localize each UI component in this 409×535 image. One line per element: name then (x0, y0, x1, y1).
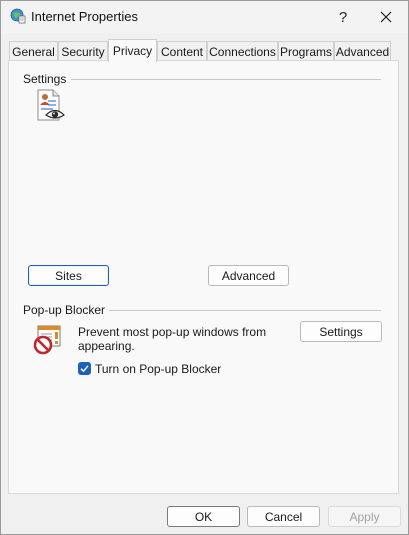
tab-security[interactable]: Security (58, 41, 108, 61)
popup-group-label: Pop-up Blocker (23, 303, 110, 317)
ok-button[interactable]: OK (167, 506, 240, 527)
settings-group-divider (71, 79, 381, 80)
internet-options-icon (10, 8, 26, 24)
checkmark-icon (80, 365, 89, 373)
popup-group-divider (101, 310, 381, 311)
popup-blocker-description: Prevent most pop-up windows from appeari… (78, 325, 267, 353)
settings-group-label: Settings (23, 72, 71, 86)
tab-connections[interactable]: Connections (207, 41, 278, 61)
apply-button[interactable]: Apply (328, 506, 401, 527)
tab-strip: General Security Privacy Content Connect… (1, 39, 408, 62)
close-icon (380, 11, 391, 23)
window-title: Internet Properties (31, 9, 138, 24)
sites-button[interactable]: Sites (28, 265, 109, 286)
advanced-button[interactable]: Advanced (208, 265, 289, 286)
tab-general[interactable]: General (9, 41, 58, 61)
privacy-document-eye-icon (37, 89, 65, 121)
popup-blocker-icon (33, 325, 61, 355)
tab-privacy[interactable]: Privacy (108, 39, 157, 62)
popup-settings-button[interactable]: Settings (300, 321, 382, 342)
tab-programs[interactable]: Programs (278, 41, 334, 61)
popup-blocker-checkbox[interactable] (78, 362, 91, 375)
close-button[interactable] (363, 1, 408, 33)
tab-content[interactable]: Content (157, 41, 207, 61)
title-bar: Internet Properties ? (1, 1, 408, 33)
popup-blocker-checkbox-label[interactable]: Turn on Pop-up Blocker (95, 362, 221, 376)
cancel-button[interactable]: Cancel (247, 506, 320, 527)
privacy-panel: Settings Sites Advanced Pop-up Blocker P… (8, 60, 399, 494)
help-button[interactable]: ? (323, 1, 363, 33)
tab-advanced[interactable]: Advanced (334, 41, 391, 61)
internet-properties-dialog: Internet Properties ? General Security P… (0, 0, 409, 535)
